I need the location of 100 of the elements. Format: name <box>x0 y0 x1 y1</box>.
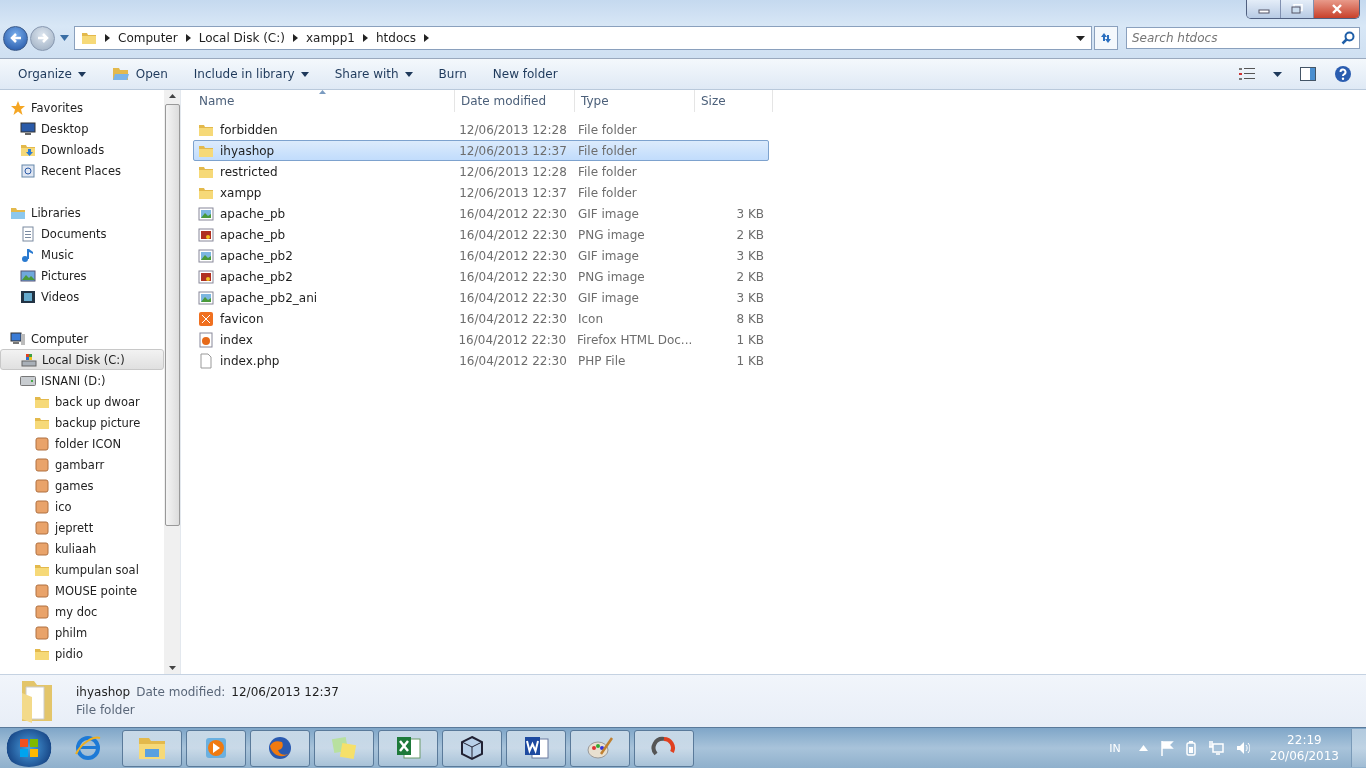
file-row[interactable]: restricted 12/06/2013 12:28 File folder <box>193 161 769 182</box>
breadcrumb[interactable]: Computer <box>118 31 178 45</box>
file-row[interactable]: apache_pb2 16/04/2012 22:30 PNG image 2 KB <box>193 266 769 287</box>
scrollbar-thumb[interactable] <box>164 104 180 526</box>
file-row[interactable]: apache_pb2 16/04/2012 22:30 GIF image 3 KB <box>193 245 769 266</box>
help-icon <box>1334 65 1352 83</box>
sidebar-item[interactable]: ISNANI (D:) <box>0 370 164 391</box>
sidebar-item[interactable]: Music <box>0 244 164 265</box>
file-row[interactable]: apache_pb2_ani 16/04/2012 22:30 GIF image 3 KB <box>193 287 769 308</box>
file-type: PNG image <box>577 227 645 242</box>
date-modified: 12/06/2013 12:37 <box>459 185 567 200</box>
sidebar-item[interactable]: kuliaah <box>0 538 164 559</box>
recent-pages-caret-icon[interactable] <box>60 35 69 41</box>
sidebar-item[interactable]: kumpulan soal <box>0 559 164 580</box>
toolbar-button[interactable]: Share with <box>324 63 423 85</box>
maximize-button[interactable] <box>1280 0 1313 18</box>
image-file-icon <box>198 247 214 264</box>
file-size: 8 KB <box>736 311 764 326</box>
sidebar-item[interactable]: philm <box>0 622 164 643</box>
sidebar-item[interactable]: Pictures <box>0 265 164 286</box>
music-note-icon <box>20 246 36 263</box>
taskbar-button[interactable] <box>378 729 438 767</box>
breadcrumb[interactable]: xampp1 <box>305 31 355 45</box>
back-button[interactable] <box>3 25 28 51</box>
sidebar-item[interactable]: backup picture <box>0 412 164 433</box>
search-field[interactable]: Search htdocs <box>1126 27 1360 49</box>
file-name: favicon <box>220 311 264 326</box>
sidebar-item[interactable]: games <box>0 475 164 496</box>
breadcrumb-arrow-icon[interactable] <box>292 34 298 42</box>
date-modified: 16/04/2012 22:30 <box>459 269 567 284</box>
sidebar-item[interactable]: jeprett <box>0 517 164 538</box>
file-row[interactable]: forbidden 12/06/2013 12:28 File folder <box>193 119 769 140</box>
file-name: apache_pb <box>220 227 286 242</box>
custom-folder-icon <box>34 435 50 452</box>
sidebar-item[interactable]: Libraries <box>0 202 164 223</box>
breadcrumb-arrow-icon[interactable] <box>105 34 110 42</box>
column-header[interactable]: Type <box>575 90 695 112</box>
sidebar-item[interactable]: ico <box>0 496 164 517</box>
taskbar-button[interactable] <box>634 729 694 767</box>
taskbar-button[interactable] <box>442 729 502 767</box>
column-header[interactable]: Date modified <box>455 90 575 112</box>
sidebar-item[interactable]: folder ICON <box>0 433 164 454</box>
file-type: PNG image <box>577 269 645 284</box>
toolbar-button[interactable]: Burn <box>428 63 477 85</box>
folder-icon <box>20 679 54 723</box>
file-row[interactable]: apache_pb 16/04/2012 22:30 GIF image 3 KB <box>193 203 769 224</box>
sidebar-item[interactable]: my doc <box>0 601 164 622</box>
sidebar-item[interactable]: back up dwoar <box>0 391 164 412</box>
sidebar-item[interactable]: Downloads <box>0 139 164 160</box>
file-row[interactable]: index.php 16/04/2012 22:30 PHP File 1 KB <box>193 350 769 371</box>
scroll-up-icon[interactable] <box>168 94 176 98</box>
sidebar-item[interactable]: Recent Places <box>0 160 164 181</box>
sidebar-item[interactable]: Documents <box>0 223 164 244</box>
close-icon <box>1329 4 1344 14</box>
toolbar-button[interactable]: Open <box>101 62 178 86</box>
breadcrumb-arrow-icon[interactable] <box>185 34 191 42</box>
file-name: index.php <box>220 353 280 368</box>
breadcrumb[interactable]: Local Disk (C:) <box>198 31 285 45</box>
file-row[interactable]: xampp 12/06/2013 12:37 File folder <box>193 182 769 203</box>
item-type: File folder <box>76 703 136 717</box>
sidebar-item[interactable]: Videos <box>0 286 164 307</box>
back-arrow-icon <box>8 31 23 45</box>
folder-icon <box>137 735 167 761</box>
breadcrumb[interactable]: htdocs <box>375 31 417 45</box>
address-bar[interactable]: Computer Local Disk (C:) xampp1 htdocs <box>74 26 1092 50</box>
sidebar-item[interactable]: gambarr <box>0 454 164 475</box>
dropdown-caret-icon[interactable] <box>1076 35 1085 41</box>
file-type: File folder <box>577 143 637 158</box>
file-type: Icon <box>577 311 604 326</box>
toolbar-button[interactable]: New folder <box>482 63 568 85</box>
scroll-down-icon[interactable] <box>168 666 176 670</box>
sidebar-item[interactable]: Favorites <box>0 97 164 118</box>
breadcrumb-arrow-icon[interactable] <box>362 34 368 42</box>
file-row[interactable]: favicon 16/04/2012 22:30 Icon 8 KB <box>193 308 769 329</box>
scrollbar[interactable] <box>164 90 180 674</box>
file-row[interactable]: index 16/04/2012 22:30 Firefox HTML Doc... 1 KB <box>193 329 769 350</box>
sort-arrow-icon <box>319 90 326 94</box>
close-button[interactable] <box>1313 0 1359 18</box>
file-row[interactable]: apache_pb 16/04/2012 22:30 PNG image 2 KB <box>193 224 769 245</box>
selected-file-row[interactable]: ihyashop 12/06/2013 12:37 File folder <box>193 140 769 161</box>
sidebar-item[interactable]: Desktop <box>0 118 164 139</box>
column-header[interactable]: Size <box>695 90 773 112</box>
breadcrumb-arrow-icon[interactable] <box>424 34 430 42</box>
file-type: PHP File <box>577 353 626 368</box>
file-size: 2 KB <box>736 269 764 284</box>
date-modified: 12/06/2013 12:28 <box>459 164 567 179</box>
forward-button[interactable] <box>30 25 55 51</box>
taskbar-button[interactable] <box>506 729 566 767</box>
toolbar-button[interactable]: Include in library <box>183 63 319 85</box>
image-file-icon <box>198 268 214 285</box>
file-type: File folder <box>577 122 637 137</box>
caret-icon <box>404 71 413 77</box>
document-icon <box>20 225 36 242</box>
sidebar-item[interactable]: MOUSE pointe <box>0 580 164 601</box>
toolbar-button[interactable]: Organize <box>8 63 96 85</box>
sidebar-item[interactable]: pidio <box>0 643 164 664</box>
sidebar-item[interactable]: Computer <box>0 328 164 349</box>
minimize-button[interactable] <box>1247 0 1280 18</box>
sidebar-item[interactable]: Local Disk (C:) <box>0 349 164 370</box>
refresh-button[interactable] <box>1094 26 1118 50</box>
